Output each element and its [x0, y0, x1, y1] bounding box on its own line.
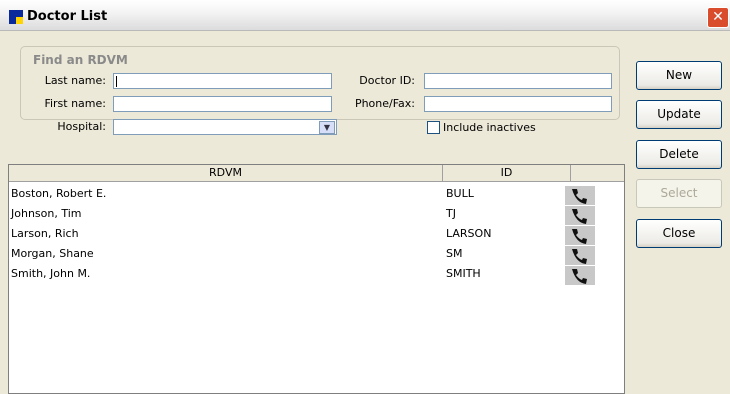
column-header-id[interactable]: ID: [443, 165, 571, 182]
phone-button[interactable]: [565, 226, 595, 245]
close-button[interactable]: Close: [636, 219, 722, 248]
first-name-label: First name:: [44, 97, 106, 110]
phone-icon: [572, 189, 587, 204]
hospital-combobox[interactable]: ▼: [113, 119, 337, 135]
rdvm-cell: Morgan, Shane: [11, 247, 94, 260]
column-header-rdvm[interactable]: RDVM: [9, 165, 443, 182]
window-title: Doctor List: [27, 9, 108, 24]
app-icon: [9, 10, 23, 24]
id-cell: SM: [446, 247, 463, 260]
phone-icon: [572, 209, 587, 224]
table-row[interactable]: Larson, Rich LARSON: [9, 225, 624, 245]
text-caret: [116, 76, 117, 87]
phone-fax-input[interactable]: [424, 96, 612, 112]
rdvm-cell: Larson, Rich: [11, 227, 79, 240]
table-row[interactable]: Johnson, Tim TJ: [9, 205, 624, 225]
hospital-label: Hospital:: [57, 120, 106, 133]
id-cell: SMITH: [446, 267, 481, 280]
table-row[interactable]: Smith, John M. SMITH: [9, 265, 624, 285]
rdvm-cell: Johnson, Tim: [11, 207, 82, 220]
phone-icon: [572, 229, 587, 244]
new-button[interactable]: New: [636, 61, 722, 90]
first-name-input[interactable]: [113, 96, 332, 112]
phone-button[interactable]: [565, 186, 595, 205]
phone-button[interactable]: [565, 246, 595, 265]
window-close-button[interactable]: ✕: [707, 7, 729, 28]
phone-icon: [572, 269, 587, 284]
phone-fax-label: Phone/Fax:: [354, 97, 415, 110]
close-icon: ✕: [712, 9, 724, 25]
rdvm-cell: Smith, John M.: [11, 267, 91, 280]
title-bar: Doctor List ✕: [0, 0, 730, 31]
doctor-id-input[interactable]: [424, 73, 612, 89]
rdvm-cell: Boston, Robert E.: [11, 187, 107, 200]
last-name-input[interactable]: [113, 73, 332, 89]
update-button[interactable]: Update: [636, 100, 722, 129]
rdvm-list-grid[interactable]: RDVM ID Boston, Robert E. BULL Johnson, …: [8, 164, 625, 394]
include-inactives-label: Include inactives: [443, 121, 536, 134]
column-header-blank: [571, 165, 624, 182]
select-button[interactable]: Select: [636, 179, 722, 208]
phone-button[interactable]: [565, 266, 595, 285]
id-cell: TJ: [446, 207, 456, 220]
id-cell: LARSON: [446, 227, 492, 240]
chevron-down-icon[interactable]: ▼: [319, 121, 335, 134]
id-cell: BULL: [446, 187, 474, 200]
last-name-label: Last name:: [44, 74, 106, 87]
include-inactives-checkbox[interactable]: [427, 121, 440, 134]
phone-button[interactable]: [565, 206, 595, 225]
delete-button[interactable]: Delete: [636, 140, 722, 169]
phone-icon: [572, 249, 587, 264]
find-rdvm-legend: Find an RDVM: [31, 53, 130, 67]
dialog-body: Find an RDVM Last name: First name: Hosp…: [0, 31, 730, 394]
doctor-id-label: Doctor ID:: [359, 74, 415, 87]
table-row[interactable]: Morgan, Shane SM: [9, 245, 624, 265]
table-row[interactable]: Boston, Robert E. BULL: [9, 185, 624, 205]
